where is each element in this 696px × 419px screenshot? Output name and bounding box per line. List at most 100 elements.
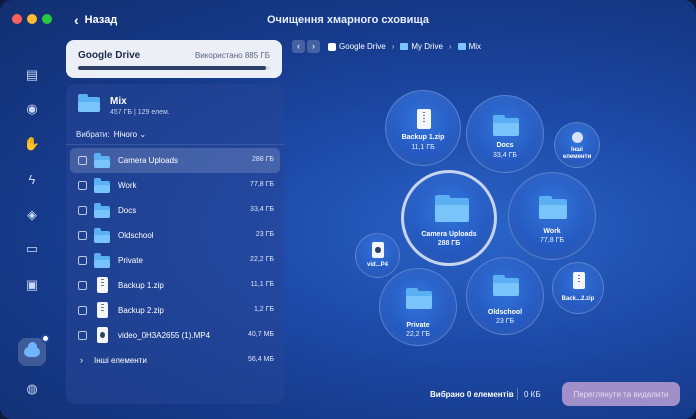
speed-icon[interactable]: ϟ — [23, 170, 41, 188]
item-size: 33,4 ГБ — [250, 206, 274, 213]
select-label: Вибрати: — [76, 130, 110, 139]
bubble-camera-uploads[interactable]: Camera Uploads 288 ГБ — [401, 170, 497, 266]
current-folder-name: Mix — [110, 96, 127, 107]
list-item[interactable]: Camera Uploads 288 ГБ — [70, 148, 280, 173]
current-folder-meta: 457 ГБ | 129 елем. — [110, 109, 170, 116]
item-checkbox[interactable] — [78, 156, 87, 165]
folder-icon — [94, 153, 110, 168]
item-name: Work — [118, 181, 137, 190]
files-icon[interactable]: ▣ — [23, 276, 41, 294]
list-item[interactable]: Backup 1.zip 11,1 ГБ — [70, 273, 280, 298]
folder-icon — [78, 94, 100, 112]
item-checkbox[interactable] — [78, 206, 87, 215]
video-icon — [97, 327, 108, 343]
zip-icon — [97, 277, 108, 293]
folder-icon — [94, 253, 110, 268]
selected-size: 0 КБ — [524, 390, 541, 399]
item-name: Backup 2.zip — [118, 306, 164, 315]
item-checkbox[interactable] — [78, 181, 87, 190]
drive-card[interactable]: Google Drive Використано 885 ГБ — [66, 40, 282, 78]
bubble-oldschool[interactable]: Oldschool 23 ГБ — [466, 257, 544, 335]
disk-icon[interactable]: ▤ — [23, 66, 41, 84]
bubble-backup2[interactable]: Back...2.zip — [552, 262, 604, 314]
bubble-work[interactable]: Work 77,8 ГБ — [508, 172, 596, 260]
drive-usage-fill — [78, 66, 267, 70]
sidebar-rail: ▤ ◉ ✋ ϟ ◈ ▭ ▣ ◍ — [0, 38, 60, 419]
list-item[interactable]: Docs 33,4 ГБ — [70, 198, 280, 223]
breadcrumb: Google Drive › My Drive › Mix — [328, 42, 481, 51]
protection-icon[interactable]: ◉ — [23, 100, 41, 118]
bubble-other-items[interactable]: Інші елементи — [554, 122, 600, 168]
select-control: Вибрати: Нічого ⌄ — [76, 130, 146, 139]
file-list-panel: Mix 457 ГБ | 129 елем. Вибрати: Нічого ⌄… — [66, 84, 284, 404]
item-checkbox[interactable] — [78, 306, 87, 315]
item-name: Camera Uploads — [118, 156, 179, 165]
more-items-row[interactable]: › Інші елементи 56,4 МБ — [70, 348, 280, 373]
drive-usage: Використано 885 ГБ — [194, 51, 270, 60]
zip-icon — [417, 109, 431, 129]
review-and-delete-button[interactable]: Переглянути та видалити — [562, 382, 680, 406]
drive-name: Google Drive — [78, 50, 141, 61]
hand-icon[interactable]: ✋ — [23, 135, 41, 153]
bubble-video[interactable]: vid...P4 — [355, 233, 400, 278]
folder-icon — [94, 203, 110, 218]
chevron-right-icon: › — [80, 355, 83, 365]
video-icon — [372, 242, 384, 258]
breadcrumb-mix[interactable]: Mix — [457, 42, 481, 51]
cloud-cleanup-nav[interactable] — [18, 334, 50, 366]
folder-icon — [493, 275, 519, 297]
selected-count: Вибрано 0 елементів — [430, 390, 514, 399]
chevron-down-icon: ⌄ — [139, 130, 147, 139]
folder-icon — [493, 115, 519, 137]
cloud-icon — [24, 342, 40, 357]
breadcrumb-separator: › — [448, 42, 452, 51]
folder-icon[interactable]: ▭ — [23, 240, 41, 258]
item-name: Інші елементи — [94, 356, 147, 365]
list-item[interactable]: video_0H3A2655 (1).MP4 40,7 МБ — [70, 323, 280, 348]
folder-icon — [457, 43, 466, 50]
item-name: Private — [118, 256, 143, 265]
apps-icon[interactable]: ◈ — [23, 206, 41, 224]
item-checkbox[interactable] — [78, 281, 87, 290]
assistant-icon[interactable]: ◍ — [23, 380, 41, 398]
bubble-backup1[interactable]: Backup 1.zip 11,1 ГБ — [385, 90, 461, 166]
folder-icon — [539, 196, 567, 219]
select-dropdown[interactable]: Нічого ⌄ — [114, 130, 146, 139]
folder-icon — [94, 178, 110, 193]
item-name: video_0H3A2655 (1).MP4 — [118, 331, 211, 340]
folder-icon — [435, 195, 469, 222]
item-size: 77,8 ГБ — [250, 181, 274, 188]
folder-icon — [94, 228, 110, 243]
item-size: 288 ГБ — [251, 156, 274, 163]
item-name: Oldschool — [118, 231, 154, 240]
list-item[interactable]: Backup 2.zip 1,2 ГБ — [70, 298, 280, 323]
other-items-icon — [572, 132, 583, 143]
window-title: Очищення хмарного сховища — [267, 14, 429, 26]
zip-icon — [573, 272, 585, 289]
list-item[interactable]: Oldschool 23 ГБ — [70, 223, 280, 248]
bubble-docs[interactable]: Docs 33,4 ГБ — [466, 95, 544, 173]
google-drive-icon — [328, 42, 336, 51]
item-size: 23 ГБ — [255, 231, 274, 238]
item-checkbox[interactable] — [78, 256, 87, 265]
breadcrumb-google-drive[interactable]: Google Drive — [328, 42, 386, 51]
list-item[interactable]: Work 77,8 ГБ — [70, 173, 280, 198]
active-dot — [41, 334, 50, 343]
divider — [517, 388, 518, 400]
item-size: 1,2 ГБ — [253, 306, 274, 313]
item-name: Backup 1.zip — [118, 281, 164, 290]
list-item[interactable]: Private 22,2 ГБ — [70, 248, 280, 273]
nav-back-button[interactable]: ‹ — [292, 40, 305, 53]
item-checkbox[interactable] — [78, 231, 87, 240]
item-size: 22,2 ГБ — [250, 256, 274, 263]
item-checkbox[interactable] — [78, 331, 87, 340]
folder-icon — [400, 43, 409, 50]
item-size: 56,4 МБ — [248, 356, 274, 363]
breadcrumb-my-drive[interactable]: My Drive — [400, 42, 443, 51]
nav-forward-button[interactable]: › — [307, 40, 320, 53]
zip-icon — [97, 302, 108, 318]
drive-usage-bar — [78, 66, 270, 70]
title-bar: ‹ Назад Очищення хмарного сховища — [0, 0, 696, 38]
bubble-private[interactable]: Private 22,2 ГБ — [379, 268, 457, 346]
app-window: ‹ Назад Очищення хмарного сховища ▤ ◉ ✋ … — [0, 0, 696, 419]
